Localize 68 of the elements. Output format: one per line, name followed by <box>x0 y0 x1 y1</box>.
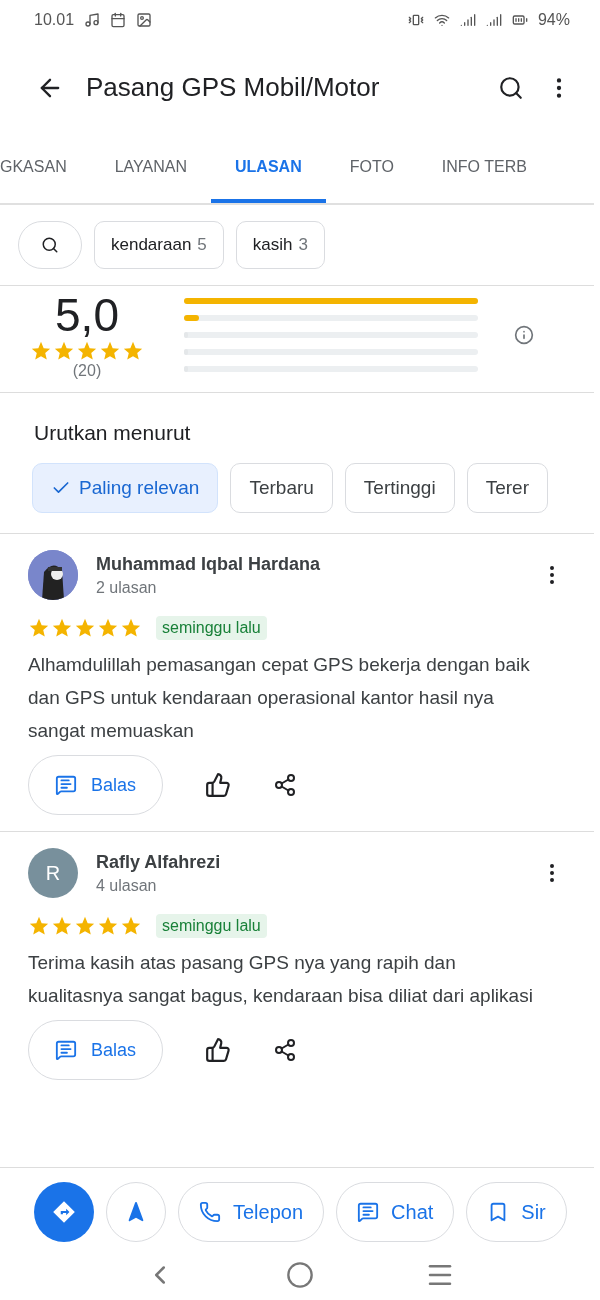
tab[interactable]: GKASAN <box>0 135 91 203</box>
page-title: Pasang GPS Mobil/Motor <box>86 72 381 103</box>
reviewer-name[interactable]: Muhammad Iqbal Hardana <box>96 553 522 575</box>
search-icon <box>41 236 59 254</box>
like-icon[interactable] <box>205 772 232 798</box>
rating-score: 5,0 <box>55 290 119 340</box>
battery-level: 94% <box>537 11 570 29</box>
status-time: 10.01 <box>34 11 75 29</box>
sort-chip[interactable]: Terer <box>466 463 548 513</box>
tab[interactable]: ULASAN <box>211 135 326 203</box>
star-icon <box>97 915 119 937</box>
review-count: (20) <box>72 362 102 380</box>
star-icon <box>120 915 142 937</box>
star-icon <box>120 617 142 639</box>
wifi-icon <box>433 12 450 28</box>
sort-heading: Urutkan menurut <box>34 421 192 445</box>
like-icon[interactable] <box>205 1037 232 1063</box>
vibrate-icon <box>407 12 424 28</box>
share-icon[interactable] <box>273 1038 298 1062</box>
star-icon <box>51 617 73 639</box>
directions-icon <box>51 1199 77 1225</box>
star-icon <box>51 915 73 937</box>
tab[interactable]: FOTO <box>325 135 418 203</box>
review-time: seminggu lalu <box>156 616 267 640</box>
reply-icon <box>55 1039 77 1061</box>
tab[interactable]: LAYANAN <box>90 135 211 203</box>
star-icon <box>76 340 98 362</box>
phone-icon <box>199 1201 221 1223</box>
reply-button[interactable]: Balas <box>28 755 164 815</box>
home-icon[interactable] <box>286 1261 314 1289</box>
star-icon <box>30 340 52 362</box>
star-icon <box>97 617 119 639</box>
chat-icon <box>357 1201 380 1223</box>
review-text: Alhamdulillah pemasangan cepat GPS bekerja dengan baik dan GPS untuk kendaraan operasional kantor hasil nya sangat memuaskan <box>28 653 531 743</box>
sort-chip[interactable]: Terbaru <box>230 463 333 513</box>
reply-icon <box>55 774 77 796</box>
image-icon <box>136 12 153 28</box>
review-meta: 4 ulasan <box>96 876 158 895</box>
calendar-icon <box>110 12 127 28</box>
share-icon[interactable] <box>273 773 298 797</box>
reply-button[interactable]: Balas <box>28 1020 164 1080</box>
action-button[interactable]: Telepon <box>178 1182 325 1242</box>
avatar: R <box>28 848 78 898</box>
directions-button[interactable] <box>34 1182 94 1242</box>
review-time: seminggu lalu <box>156 914 267 938</box>
music-icon <box>84 12 101 28</box>
signal-icon <box>485 12 502 28</box>
action-button[interactable]: Chat <box>336 1182 455 1242</box>
star-icon <box>28 915 50 937</box>
review-text: Terima kasih atas pasang GPS nya yang rapih dan kualitasnya sangat bagus, kendaraan bisa diliat dari aplikasi <box>28 951 534 1008</box>
review-meta: 2 ulasan <box>96 578 158 597</box>
search-icon[interactable] <box>498 74 524 101</box>
signal-icon <box>459 12 476 28</box>
keyword-chip[interactable]: kendaraan 5 <box>94 221 224 269</box>
action-button[interactable]: Sir <box>466 1182 567 1242</box>
star-icon <box>74 915 96 937</box>
star-icon <box>28 617 50 639</box>
sort-chip[interactable]: Tertinggi <box>344 463 455 513</box>
sort-chip[interactable]: Paling relevan <box>32 463 219 513</box>
star-icon <box>53 340 75 362</box>
keyword-chip[interactable]: kasih 3 <box>235 221 325 269</box>
tab[interactable]: INFO TERB <box>417 135 551 203</box>
star-icon <box>99 340 121 362</box>
battery-icon <box>511 12 528 28</box>
star-icon <box>74 617 96 639</box>
star-icon <box>122 340 144 362</box>
reviewer-name[interactable]: Rafly Alfahrezi <box>96 851 522 873</box>
info-icon[interactable] <box>514 325 534 345</box>
